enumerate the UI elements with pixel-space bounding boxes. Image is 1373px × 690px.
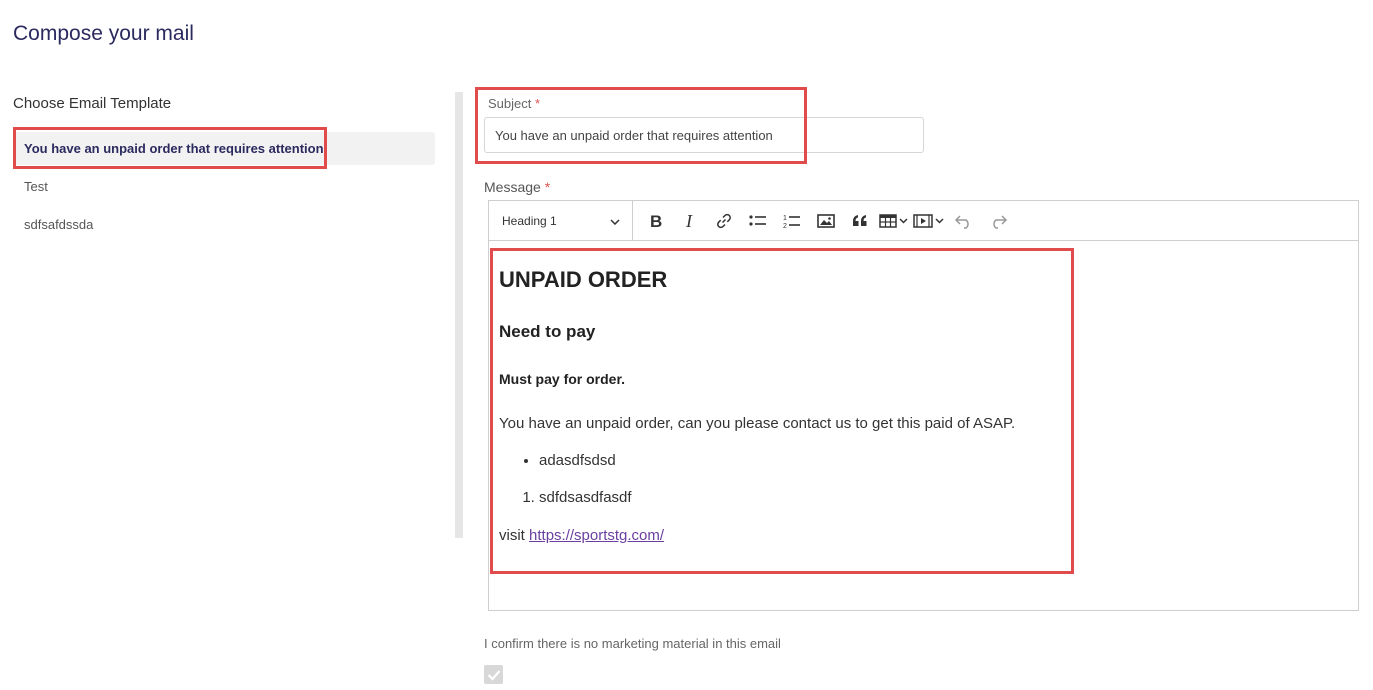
- content-visit-line: visit https://sportstg.com/: [499, 527, 1348, 544]
- heading-select[interactable]: Heading 1: [489, 201, 633, 240]
- bulleted-list-icon[interactable]: [743, 206, 773, 236]
- panel-divider: [455, 92, 463, 538]
- message-required-mark: *: [544, 179, 551, 195]
- page-title: Compose your mail: [13, 22, 194, 45]
- svg-text:B: B: [650, 212, 662, 230]
- template-item-test[interactable]: Test: [13, 170, 435, 203]
- message-editor: Heading 1 B I 12 UNPAID ORDER Need to pa…: [488, 200, 1359, 611]
- content-heading-2: Need to pay: [499, 322, 596, 341]
- visit-prefix: visit: [499, 527, 525, 544]
- svg-text:I: I: [685, 212, 693, 230]
- message-body[interactable]: UNPAID ORDER Need to pay Must pay for or…: [489, 241, 1358, 554]
- template-item-unpaid-order[interactable]: You have an unpaid order that requires a…: [13, 132, 435, 165]
- svg-text:2: 2: [783, 223, 787, 230]
- blockquote-icon[interactable]: [845, 206, 875, 236]
- redo-icon[interactable]: [983, 206, 1013, 236]
- svg-text:1: 1: [783, 215, 787, 222]
- numbered-list-item: sdfdsasdfasdf: [539, 489, 1348, 506]
- content-bullet-list: adasdfsdsd: [499, 452, 1348, 469]
- media-icon[interactable]: [913, 206, 945, 236]
- template-item-sdfsafdssda[interactable]: sdfsafdssda: [13, 208, 435, 241]
- subject-label-text: Subject: [488, 96, 532, 111]
- content-numbered-list: sdfdsasdfasdf: [499, 489, 1348, 506]
- bullet-list-item: adasdfsdsd: [539, 452, 1348, 469]
- confirm-checkbox[interactable]: [484, 665, 503, 684]
- confirm-label: I confirm there is no marketing material…: [484, 636, 781, 651]
- content-paragraph: You have an unpaid order, can you please…: [499, 415, 1016, 432]
- content-heading-3: Must pay for order.: [499, 371, 626, 387]
- italic-icon[interactable]: I: [675, 206, 705, 236]
- numbered-list-icon[interactable]: 12: [777, 206, 807, 236]
- table-icon[interactable]: [879, 206, 909, 236]
- subject-input[interactable]: [484, 117, 924, 153]
- bold-icon[interactable]: B: [641, 206, 671, 236]
- subject-required-mark: *: [535, 96, 541, 111]
- heading-select-value: Heading 1: [502, 213, 557, 228]
- image-icon[interactable]: [811, 206, 841, 236]
- editor-toolbar: Heading 1 B I 12: [489, 201, 1358, 241]
- subject-label: Subject *: [488, 96, 540, 111]
- undo-icon[interactable]: [949, 206, 979, 236]
- message-label-text: Message: [484, 179, 541, 195]
- chevron-down-icon: [610, 214, 620, 228]
- link-icon[interactable]: [709, 206, 739, 236]
- template-list-heading: Choose Email Template: [13, 95, 172, 112]
- message-label: Message *: [484, 179, 550, 195]
- template-list: You have an unpaid order that requires a…: [13, 132, 435, 246]
- content-heading-1: UNPAID ORDER: [499, 267, 668, 292]
- checkmark-icon: [487, 669, 500, 681]
- content-link[interactable]: https://sportstg.com/: [529, 527, 664, 544]
